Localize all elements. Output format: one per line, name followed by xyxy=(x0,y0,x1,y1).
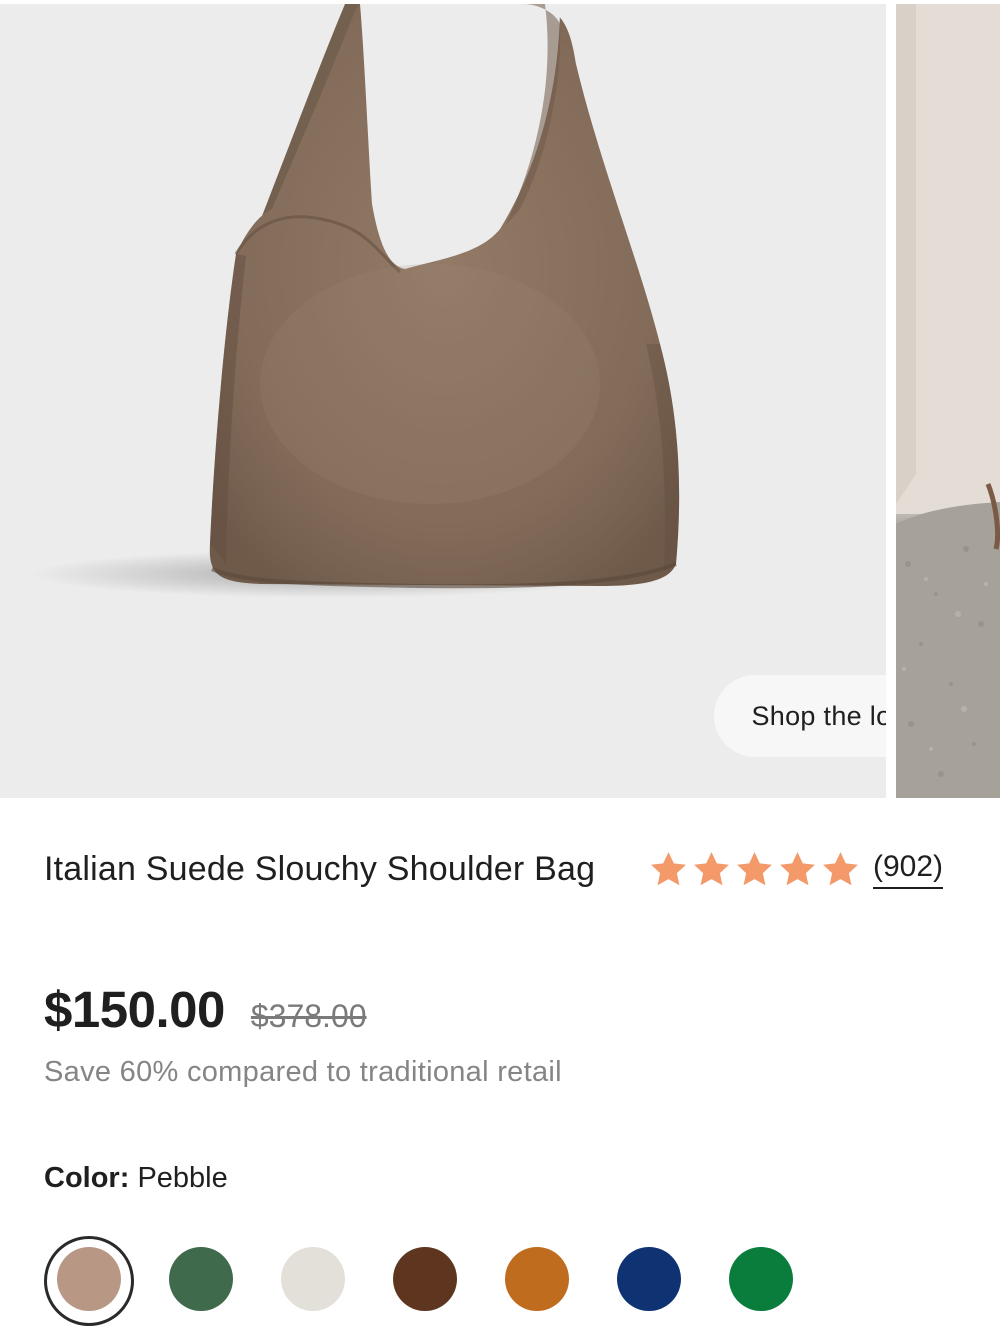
star-icon xyxy=(780,851,815,885)
current-price: $150.00 xyxy=(44,981,225,1038)
color-selection-label: Color: Pebble xyxy=(44,1162,228,1195)
shop-the-look-button[interactable]: Shop the look xyxy=(714,675,886,757)
product-title: Italian Suede Slouchy Shoulder Bag xyxy=(44,850,596,888)
color-swatch[interactable] xyxy=(393,1247,457,1311)
review-count-link[interactable]: (902) xyxy=(873,849,944,889)
product-image-next-peek[interactable] xyxy=(896,4,1000,798)
product-image-main[interactable]: Shop the look xyxy=(0,4,886,798)
color-swatch[interactable] xyxy=(505,1247,569,1311)
star-icon xyxy=(694,851,729,885)
original-price: $378.00 xyxy=(250,998,367,1034)
product-image-gallery[interactable]: Shop the look xyxy=(0,0,1000,798)
star-icon xyxy=(737,851,772,885)
color-swatch[interactable] xyxy=(57,1247,121,1311)
color-swatch[interactable] xyxy=(729,1247,793,1311)
color-swatch[interactable] xyxy=(169,1247,233,1311)
product-rating: (902) xyxy=(648,846,944,892)
selected-color-name: Pebble xyxy=(137,1162,228,1194)
star-icon xyxy=(651,851,686,885)
lifestyle-photo-image xyxy=(896,4,1000,798)
color-swatch[interactable] xyxy=(617,1247,681,1311)
savings-note: Save 60% compared to traditional retail xyxy=(44,1056,562,1088)
price-row: $150.00 $378.00 xyxy=(44,980,367,1039)
star-rating[interactable] xyxy=(648,849,861,890)
color-swatch[interactable] xyxy=(281,1247,345,1311)
color-swatches xyxy=(44,1235,844,1326)
star-icon xyxy=(823,851,858,885)
color-label-key: Color: xyxy=(44,1162,130,1194)
